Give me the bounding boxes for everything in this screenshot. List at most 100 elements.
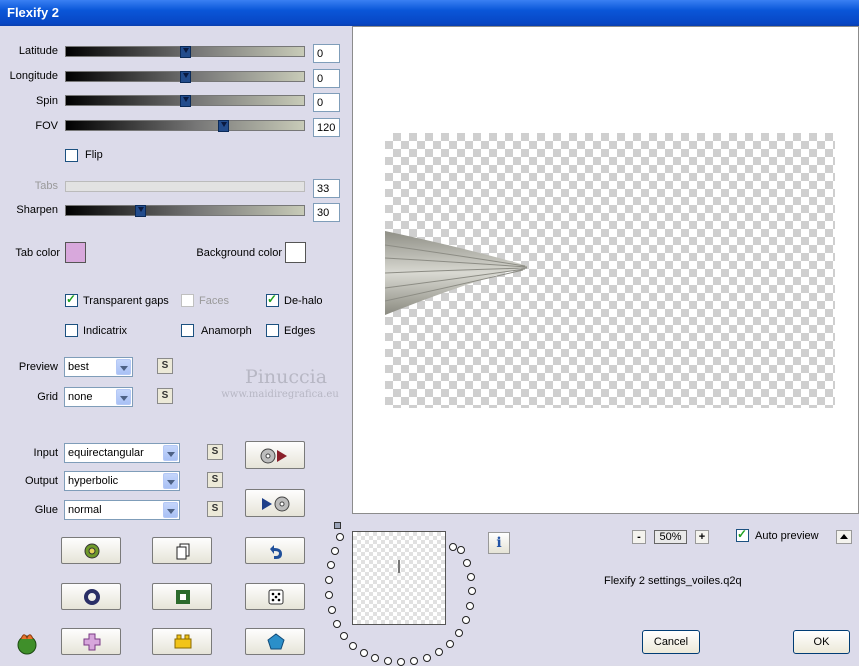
glue-select-value: normal [68,504,102,516]
tabs-label: Tabs [34,180,58,192]
ring-dot[interactable] [384,657,392,665]
preview-label: Preview [18,361,58,373]
spin-slider-thumb[interactable] [180,95,191,107]
preview-canvas[interactable] [352,26,859,514]
longitude-slider[interactable] [65,71,305,83]
ring-dot[interactable] [371,654,379,662]
output-to-input-button[interactable] [245,489,305,517]
indicatrix-label: Indicatrix [83,325,128,337]
brick-button[interactable] [152,628,212,655]
ring-dot[interactable] [467,573,475,581]
anamorph-checkbox[interactable] [181,324,194,337]
glue-select[interactable]: normal [64,500,180,520]
sharpen-slider-thumb[interactable] [135,205,146,217]
ring-dot[interactable] [457,546,465,554]
ring-dot[interactable] [466,602,474,610]
de-halo-label: De-halo [284,295,323,307]
ring-dot[interactable] [328,606,336,614]
input-select[interactable]: equirectangular [64,443,180,463]
ring-dot[interactable] [349,642,357,650]
ring-dot[interactable] [410,657,418,665]
undo-button[interactable] [245,537,305,564]
fov-value[interactable]: 120 [313,118,340,137]
ring-dot[interactable] [468,587,476,595]
ring-dot[interactable] [423,654,431,662]
ring-dot[interactable] [325,576,333,584]
cancel-button[interactable]: Cancel [642,630,700,654]
spin-value[interactable]: 0 [313,93,340,112]
collapse-button[interactable] [836,530,852,544]
latitude-slider-thumb[interactable] [180,46,191,58]
rendered-shape [384,231,528,315]
chevron-down-icon[interactable] [116,389,131,405]
ring-dot[interactable] [336,533,344,541]
ring-dot[interactable] [333,620,341,628]
chevron-down-icon[interactable] [116,359,131,375]
square-frame-icon [176,590,190,604]
ring-dot[interactable] [449,543,457,551]
navigator-thumbnail[interactable] [352,531,446,625]
copy-button[interactable] [152,537,212,564]
tabs-slider [65,181,305,192]
ring-dot[interactable] [455,629,463,637]
transparent-gaps-checkbox[interactable]: ✓ [65,292,78,307]
output-s-button[interactable]: S [207,472,223,488]
spin-slider[interactable] [65,95,305,107]
input-s-button[interactable]: S [207,444,223,460]
glue-s-button[interactable]: S [207,501,223,517]
ring-dot[interactable] [340,632,348,640]
fov-slider[interactable] [65,120,305,132]
flip-checkbox[interactable] [65,149,78,162]
ring-dot[interactable] [463,559,471,567]
latitude-value[interactable]: 0 [313,44,340,63]
background-color-swatch[interactable] [285,242,306,263]
check-icon: ✓ [267,292,278,306]
ring-dot[interactable] [435,648,443,656]
tabs-value[interactable]: 33 [313,179,340,198]
ok-button[interactable]: OK [793,630,850,654]
preview-select[interactable]: best [64,357,133,377]
longitude-slider-thumb[interactable] [180,71,191,83]
chevron-down-icon[interactable] [163,502,178,518]
output-select[interactable]: hyperbolic [64,471,180,491]
input-to-output-button[interactable] [245,441,305,469]
zoom-out-button[interactable]: - [632,530,646,544]
transparent-gaps-label: Transparent gaps [83,295,169,307]
grid-select[interactable]: none [64,387,133,407]
ring-dot[interactable] [327,561,335,569]
auto-preview-checkbox[interactable]: ✓ [736,527,749,542]
pentagon-button[interactable] [245,628,305,655]
edges-checkbox[interactable] [266,324,279,337]
indicatrix-checkbox[interactable] [65,324,78,337]
anamorph-label: Anamorph [201,325,252,337]
longitude-label: Longitude [9,70,58,82]
ring-dot[interactable] [446,640,454,648]
zoom-in-button[interactable]: + [695,530,709,544]
de-halo-checkbox[interactable]: ✓ [266,292,279,307]
ring-dot[interactable] [331,547,339,555]
tab-color-swatch[interactable] [65,242,86,263]
sharpen-slider[interactable] [65,205,305,217]
ring-dot[interactable] [360,649,368,657]
info-button[interactable]: i [488,532,510,554]
preview-image [384,133,835,408]
flip-label: Flip [85,149,103,161]
sharpen-value[interactable]: 30 [313,203,340,222]
frame-button[interactable] [152,583,212,610]
ring-dot[interactable] [325,591,333,599]
ring-button[interactable] [61,583,121,610]
cross-icon [83,633,101,651]
ring-dot[interactable] [462,616,470,624]
random-button[interactable] [61,537,121,564]
preview-s-button[interactable]: S [157,358,173,374]
chevron-down-icon[interactable] [163,473,178,489]
fov-slider-thumb[interactable] [218,120,229,132]
longitude-value[interactable]: 0 [313,69,340,88]
dice-button[interactable] [245,583,305,610]
navigator-handle[interactable] [334,522,341,529]
chevron-down-icon[interactable] [163,445,178,461]
grid-s-button[interactable]: S [157,388,173,404]
latitude-slider[interactable] [65,46,305,58]
plus-shape-button[interactable] [61,628,121,655]
fov-label: FOV [35,120,58,132]
